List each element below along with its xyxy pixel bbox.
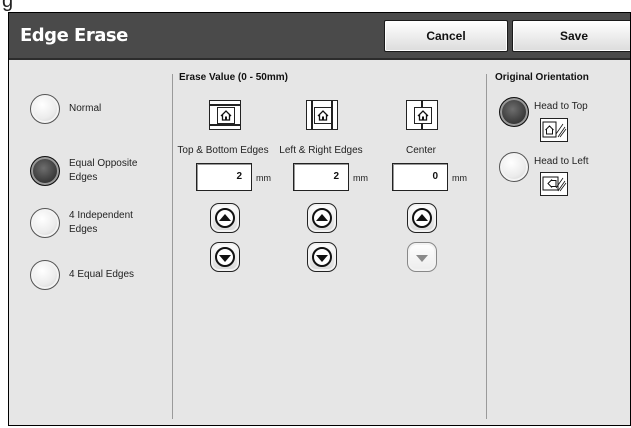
- arrow-up-icon: [219, 213, 231, 221]
- divider-left: [172, 74, 173, 419]
- arrow-up-icon: [316, 213, 328, 221]
- center-decrease-button: [407, 242, 437, 272]
- left-right-increase-button[interactable]: [307, 203, 337, 233]
- option-equal-opposite-edges[interactable]: Equal Opposite Edges: [30, 156, 149, 186]
- top-bottom-unit: mm: [256, 173, 271, 183]
- arrow-down-icon: [416, 254, 428, 262]
- top-bottom-decrease-button[interactable]: [210, 242, 240, 272]
- original-orientation-title: Original Orientation: [495, 72, 589, 83]
- left-right-value-field[interactable]: 2: [293, 163, 349, 191]
- save-button[interactable]: Save: [512, 20, 630, 52]
- head-to-left-icon: [540, 172, 568, 196]
- edge-erase-window: Edge Erase Cancel Save Normal Equal Oppo…: [8, 12, 631, 426]
- radio-equal-opposite-edges[interactable]: [30, 156, 60, 186]
- center-label: Center: [405, 145, 436, 156]
- left-right-edge-icon: [306, 100, 338, 130]
- option-4-independent-edges-label: 4 Independent Edges: [69, 210, 133, 235]
- top-bottom-value-field[interactable]: 2: [196, 163, 252, 191]
- center-increase-button[interactable]: [407, 203, 437, 233]
- head-to-left-label: Head to Left: [534, 156, 589, 167]
- left-right-decrease-button[interactable]: [307, 242, 337, 272]
- top-bottom-increase-button[interactable]: [210, 203, 240, 233]
- option-4-equal-edges[interactable]: 4 Equal Edges: [30, 260, 149, 290]
- screen-title: Edge Erase: [20, 25, 128, 46]
- radio-head-to-top[interactable]: [499, 97, 529, 127]
- header-bar: Edge Erase Cancel Save: [9, 13, 630, 60]
- arrow-down-icon: [219, 254, 231, 262]
- head-to-top-icon: [540, 118, 568, 142]
- center-value-field[interactable]: 0: [392, 163, 448, 191]
- left-right-edges-label: Left & Right Edges: [279, 145, 363, 156]
- content-area: Normal Equal Opposite Edges 4 Independen…: [9, 62, 630, 425]
- radio-4-independent-edges[interactable]: [30, 208, 60, 238]
- option-normal[interactable]: Normal: [30, 94, 149, 124]
- head-to-top-label: Head to Top: [534, 101, 588, 112]
- erase-value-title: Erase Value (0 - 50mm): [179, 72, 288, 83]
- option-normal-label: Normal: [69, 103, 102, 114]
- center-unit: mm: [452, 173, 467, 183]
- left-right-unit: mm: [353, 173, 368, 183]
- option-equal-opposite-edges-label: Equal Opposite Edges: [69, 158, 138, 183]
- radio-head-to-left[interactable]: [499, 152, 529, 182]
- radio-normal[interactable]: [30, 94, 60, 124]
- top-bottom-edges-label: Top & Bottom Edges: [177, 145, 269, 156]
- arrow-down-icon: [316, 254, 328, 262]
- option-4-independent-edges[interactable]: 4 Independent Edges: [30, 208, 149, 238]
- top-bottom-edge-icon: [209, 100, 241, 130]
- cancel-button[interactable]: Cancel: [384, 20, 508, 52]
- option-4-equal-edges-label: 4 Equal Edges: [69, 269, 135, 280]
- divider-right: [486, 74, 487, 419]
- radio-4-equal-edges[interactable]: [30, 260, 60, 290]
- center-edge-icon: [406, 100, 438, 130]
- top-edge-fragment: g: [2, 0, 14, 12]
- arrow-up-icon: [416, 213, 428, 221]
